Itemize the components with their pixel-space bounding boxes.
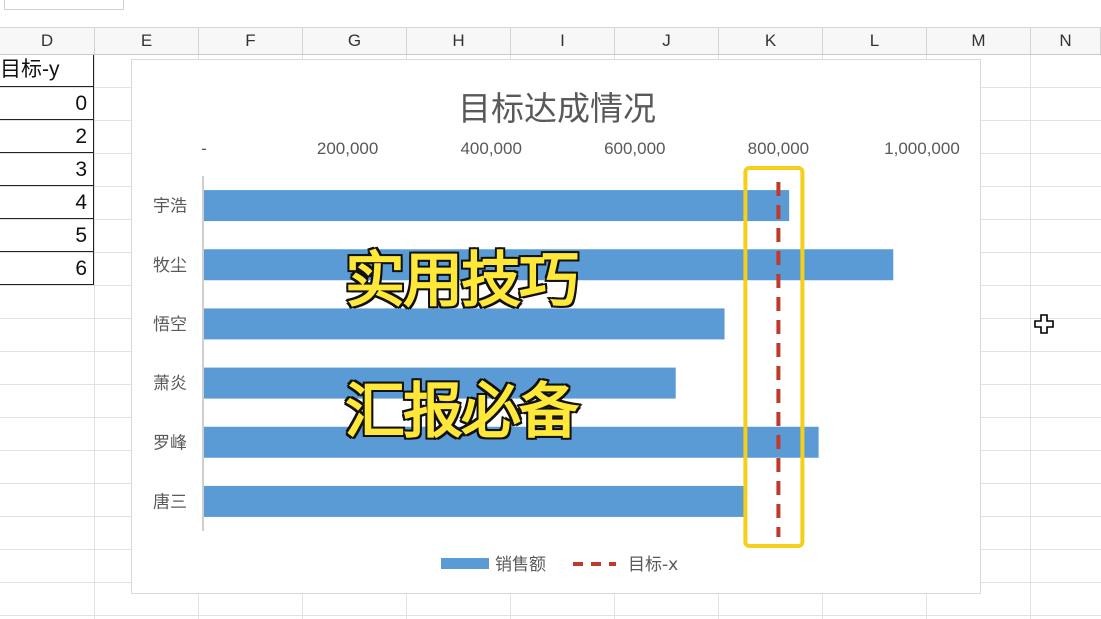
- bar-宇浩: [204, 190, 790, 222]
- legend-label-target: 目标-x: [628, 555, 678, 575]
- category-label: 萧炎: [153, 374, 187, 394]
- overlay-caption-1: 实用技巧: [344, 245, 581, 318]
- column-header-e[interactable]: E: [95, 28, 199, 54]
- x-tick-label: -: [201, 139, 207, 158]
- overlay-caption-2: 汇报必备: [344, 376, 581, 449]
- category-label: 宇浩: [153, 197, 187, 217]
- cell-d-value[interactable]: 3: [0, 153, 94, 186]
- legend-label-bars: 销售额: [495, 555, 546, 575]
- column-header-h[interactable]: H: [407, 28, 511, 54]
- column-header-k[interactable]: K: [719, 28, 823, 54]
- column-header-m[interactable]: M: [927, 28, 1031, 54]
- chart-area[interactable]: 目标达成情况 -200,000 400,000 600,000 800,000 1,00…: [131, 59, 981, 594]
- category-label: 牧尘: [153, 256, 187, 276]
- category-label: 唐三: [153, 491, 187, 512]
- bar-chart: - 200,000 400,000 600,000 800,000 1,000,000 宇浩…: [153, 139, 960, 575]
- cell-d1-header[interactable]: 目标-y: [0, 55, 94, 87]
- grid-column-line: [94, 55, 95, 619]
- column-header-row: DEFGHIJKLMN: [0, 28, 1101, 55]
- cell-d-value[interactable]: 4: [0, 186, 94, 219]
- cell-d-value[interactable]: 6: [0, 252, 94, 285]
- column-header-i[interactable]: I: [511, 28, 615, 54]
- column-header-l[interactable]: L: [823, 28, 927, 54]
- legend-swatch-bars: [441, 558, 489, 569]
- x-tick-label: 600,000: [604, 139, 665, 158]
- x-tick-label: 400,000: [460, 139, 521, 158]
- column-header-n[interactable]: N: [1031, 28, 1101, 54]
- x-tick-label: 800,000: [748, 139, 809, 158]
- cell-d-value[interactable]: 5: [0, 219, 94, 252]
- column-header-d[interactable]: D: [0, 28, 95, 54]
- cell-d-value[interactable]: 0: [0, 87, 94, 120]
- grid-row-line: [0, 615, 1101, 616]
- column-header-j[interactable]: J: [615, 28, 719, 54]
- x-tick-label: 200,000: [317, 139, 378, 158]
- highlight-box: [743, 166, 805, 548]
- category-label: 罗峰: [153, 433, 187, 453]
- column-header-f[interactable]: F: [199, 28, 303, 54]
- grid-column-line: [1030, 55, 1031, 619]
- cell-select-cursor-icon: [1034, 314, 1054, 334]
- x-tick-label: 1,000,000: [884, 139, 960, 158]
- bar-唐三: [204, 485, 747, 517]
- name-box[interactable]: [4, 0, 124, 10]
- category-label: 悟空: [153, 315, 187, 335]
- cell-d-value[interactable]: 2: [0, 120, 94, 153]
- formula-bar-area: [0, 0, 1101, 28]
- column-header-g[interactable]: G: [303, 28, 407, 54]
